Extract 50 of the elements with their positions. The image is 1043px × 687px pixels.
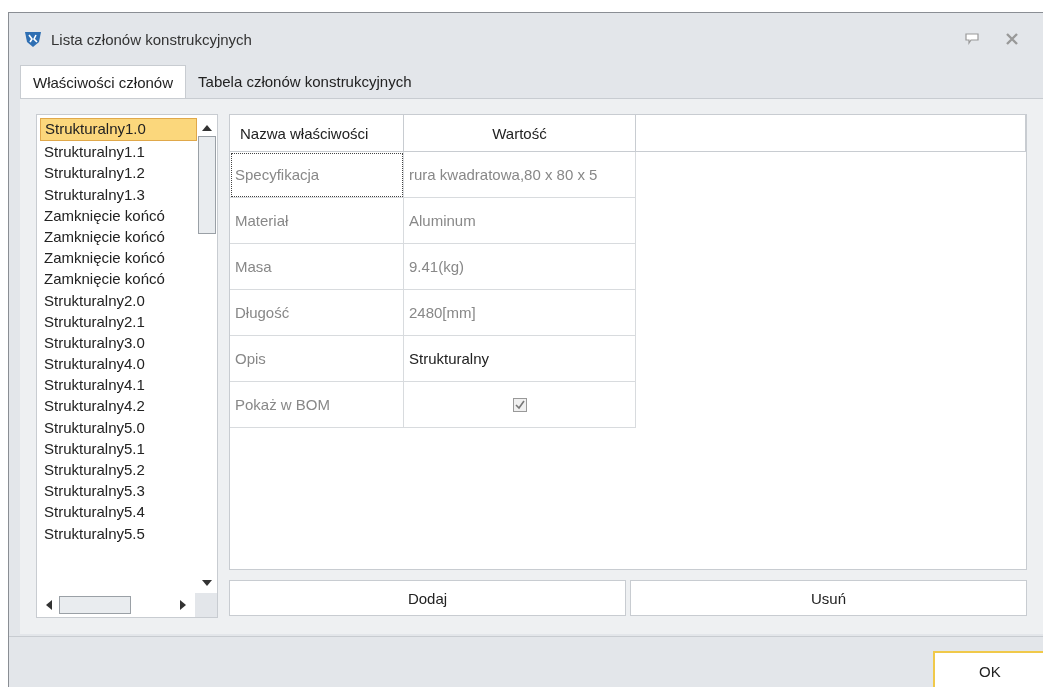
list-item[interactable]: Strukturalny1.0 xyxy=(40,118,197,142)
property-value-cell[interactable]: Aluminum xyxy=(404,198,636,244)
property-value-cell[interactable]: 9.41(kg) xyxy=(404,244,636,290)
checkbox[interactable] xyxy=(512,397,527,412)
scroll-thumb[interactable] xyxy=(198,136,216,234)
list-item[interactable]: Strukturalny5.4 xyxy=(40,501,197,523)
scroll-thumb[interactable] xyxy=(59,596,131,614)
list-item[interactable]: Zamknięcie końcó xyxy=(40,247,197,269)
scroll-right-icon[interactable] xyxy=(179,600,187,610)
property-value-cell[interactable]: Strukturalny xyxy=(404,336,636,382)
column-header: Wartość xyxy=(404,115,636,151)
list-item[interactable]: Zamknięcie końcó xyxy=(40,268,197,290)
action-button[interactable]: Dodaj xyxy=(229,580,626,616)
scroll-down-icon[interactable] xyxy=(202,579,212,587)
list-item[interactable]: Strukturalny4.2 xyxy=(40,395,197,417)
list-item[interactable]: Strukturalny5.3 xyxy=(40,480,197,502)
list-item[interactable]: Strukturalny4.0 xyxy=(40,353,197,375)
list-item[interactable]: Strukturalny1.3 xyxy=(40,183,197,205)
list-item[interactable]: Strukturalny4.1 xyxy=(40,374,197,396)
property-name-cell: Pokaż w BOM xyxy=(230,382,404,428)
close-icon[interactable] xyxy=(1005,33,1019,45)
list-item[interactable]: Strukturalny2.0 xyxy=(40,289,197,311)
list-item[interactable]: Strukturalny1.1 xyxy=(40,141,197,163)
list-item[interactable]: Strukturalny5.0 xyxy=(40,416,197,438)
scroll-up-icon[interactable] xyxy=(202,124,212,132)
ok-button[interactable]: OK xyxy=(933,651,1043,687)
tab[interactable]: Tabela członów konstrukcyjnych xyxy=(186,67,424,98)
scroll-left-icon[interactable] xyxy=(45,600,53,610)
list-item[interactable]: Strukturalny5.1 xyxy=(40,437,197,459)
list-item[interactable]: Strukturalny5.5 xyxy=(40,522,197,544)
app-icon xyxy=(23,29,43,49)
property-name-cell: Opis xyxy=(230,336,404,382)
property-name-cell: Masa xyxy=(230,244,404,290)
list-item[interactable]: Strukturalny2.1 xyxy=(40,310,197,332)
list-item[interactable]: Strukturalny1.2 xyxy=(40,162,197,184)
list-item[interactable]: Zamknięcie końcó xyxy=(40,204,197,226)
property-value-cell[interactable]: 2480[mm] xyxy=(404,290,636,336)
column-header: Nazwa właściwości xyxy=(230,115,404,151)
property-value-cell[interactable]: rura kwadratowa,80 x 80 x 5 xyxy=(404,152,636,198)
list-item[interactable]: Strukturalny5.2 xyxy=(40,459,197,481)
window-title: Lista członów konstrukcyjnych xyxy=(51,30,252,48)
action-button[interactable]: Usuń xyxy=(630,580,1027,616)
property-name-cell: Specyfikacja xyxy=(230,152,404,198)
comment-icon[interactable] xyxy=(965,33,979,45)
scrollbar-corner xyxy=(195,593,217,617)
tab[interactable]: Właściwości członów xyxy=(20,65,187,98)
property-name-cell: Długość xyxy=(230,290,404,336)
list-item[interactable]: Strukturalny3.0 xyxy=(40,331,197,354)
list-item[interactable]: Zamknięcie końcó xyxy=(40,225,197,248)
property-name-cell: Materiał xyxy=(230,198,404,244)
